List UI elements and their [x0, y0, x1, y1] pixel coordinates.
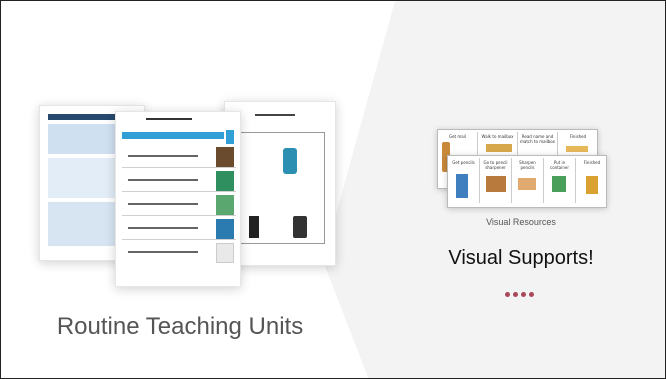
doc-step-row [122, 170, 236, 192]
strip-cell-label: Get pencils [452, 160, 475, 165]
doc-title-line [146, 118, 192, 120]
strip-cell-label: Get mail [449, 134, 466, 139]
dot-icon [521, 292, 526, 297]
strip-cell: Get pencils [448, 158, 480, 203]
strip-cell-label: Read name and match to mailbox [519, 134, 555, 144]
strip-cell: Go to pencil sharpener [480, 158, 512, 203]
doc-step-row [122, 218, 236, 240]
doc-phone-icon [226, 130, 234, 144]
visual-resources-caption: Visual Resources [486, 217, 556, 227]
strip-cell-label: Walk to mailbox [481, 134, 514, 139]
dot-icon [505, 292, 510, 297]
phone-figure [293, 216, 307, 238]
visual-supports-title: Visual Supports! [448, 247, 594, 269]
slide: Routine Teaching Units Get mail Walk to … [0, 0, 666, 379]
strip-cell: Finished [576, 158, 608, 203]
strip-cell: Put in container [544, 158, 576, 203]
strip-cell-label: Finished [583, 160, 601, 165]
strip-cell: Sharpen pencils [512, 158, 544, 203]
decorative-dots [505, 284, 545, 297]
routine-teaching-units-caption: Routine Teaching Units [56, 313, 304, 340]
doc-step-row [122, 242, 236, 264]
strip-cell-label: Sharpen pencils [519, 160, 536, 170]
visual-strip-bottom: Get pencils Go to pencil sharpener Sharp… [447, 155, 607, 208]
doc-title-line [255, 114, 295, 116]
doc-step-row [122, 146, 236, 168]
dot-icon [529, 292, 534, 297]
doc-step-row [122, 194, 236, 216]
doc-title-bar [122, 132, 224, 139]
boy-figure [283, 148, 297, 174]
document-front [115, 111, 241, 287]
dot-icon [513, 292, 518, 297]
strip-cell-label: Finished [569, 134, 587, 139]
strip-cell-label: Put in container [550, 160, 569, 170]
strip-cell-label: Go to pencil sharpener [483, 160, 508, 170]
phone-figure [249, 216, 259, 238]
